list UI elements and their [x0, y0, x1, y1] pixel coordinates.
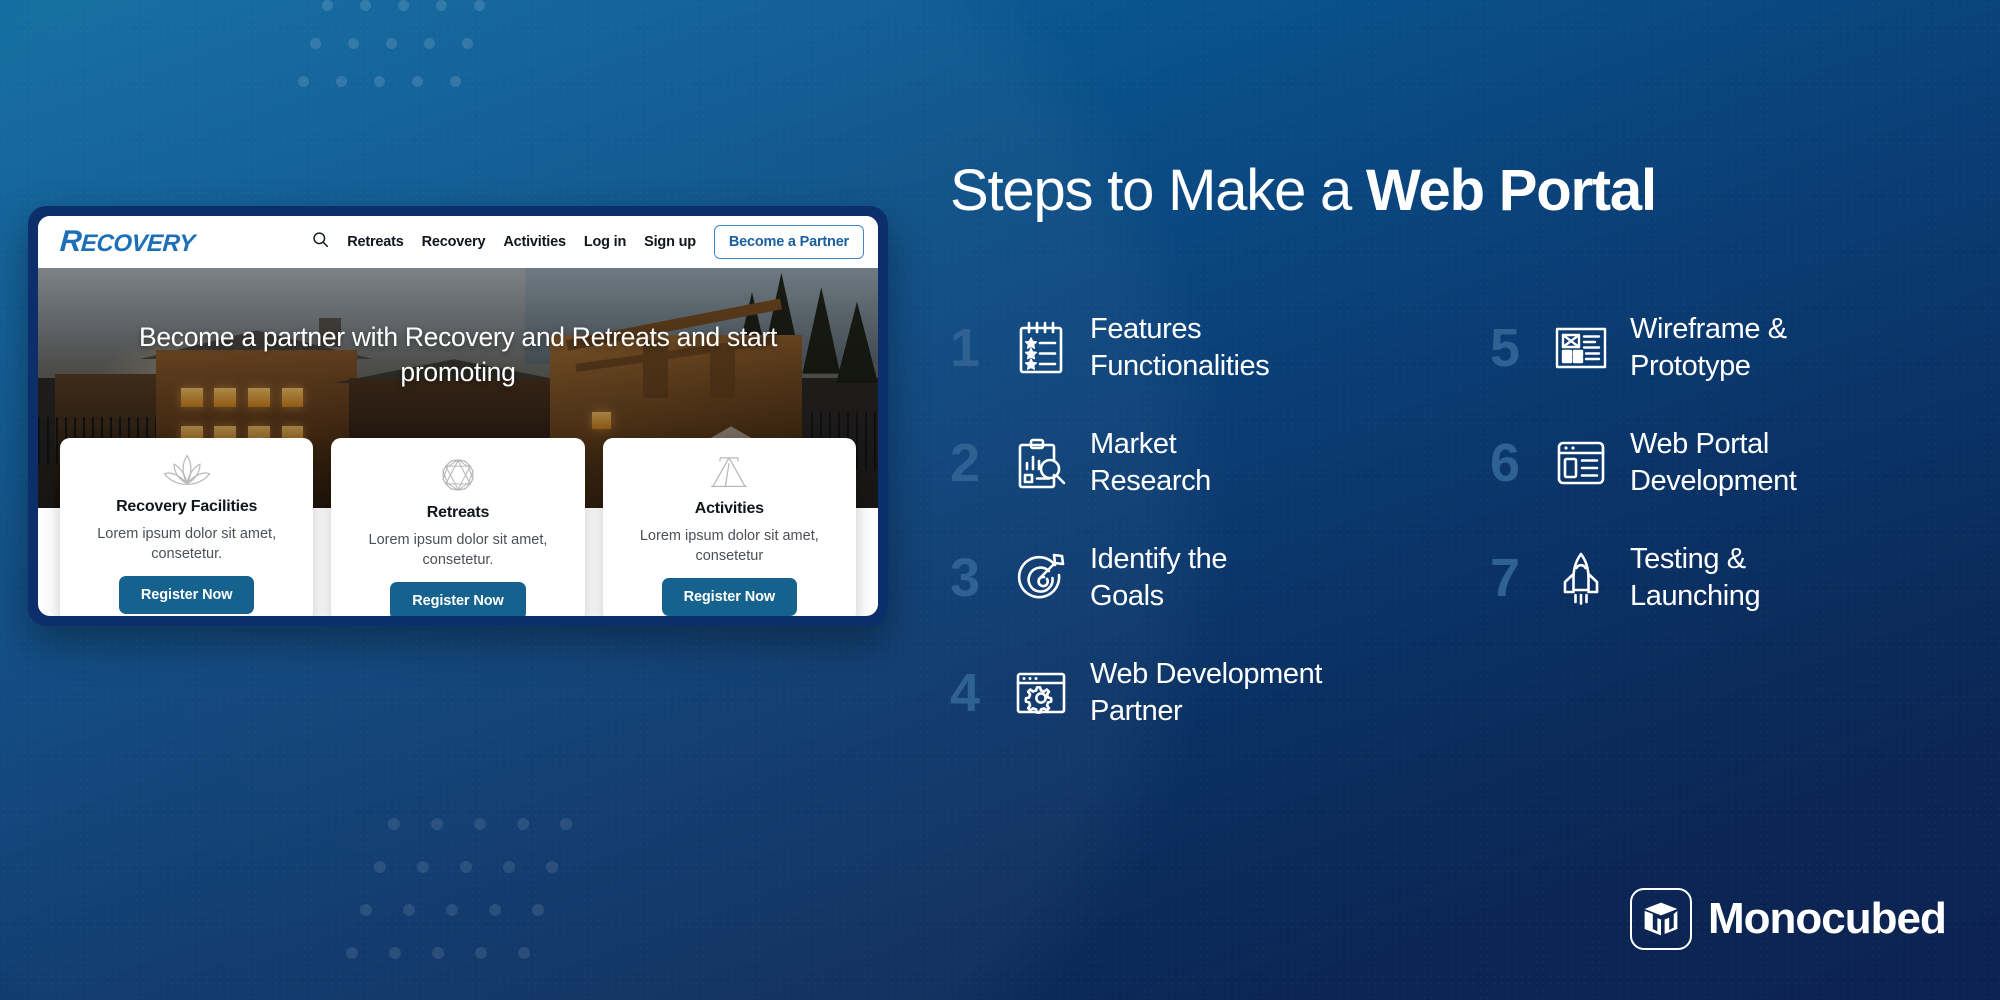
step-label: Identify the Goals: [1090, 541, 1227, 614]
target-dart-icon: [1010, 551, 1072, 605]
hero-heading: Become a partner with Recovery and Retre…: [38, 320, 878, 390]
step-label-line1: Features: [1090, 312, 1202, 345]
steps-panel: Steps to Make a Web Portal 1 Features Fu…: [940, 0, 2000, 1000]
dot-pattern-top: [298, 0, 512, 114]
dot-pattern-bottom: [346, 818, 603, 990]
step-item-1: 1 Features Functionalities: [950, 290, 1450, 405]
step-label-line2: Partner: [1090, 694, 1183, 727]
step-item-2: 2 Market Research: [950, 405, 1450, 520]
monocubed-wordmark: Monocubed: [1708, 894, 1947, 943]
step-number: 7: [1490, 547, 1520, 608]
market-research-icon: [1010, 435, 1072, 491]
step-number: 3: [950, 547, 980, 608]
browser-gear-icon: [1010, 668, 1072, 718]
register-now-button[interactable]: Register Now: [118, 576, 255, 615]
wireframe-icon: [1550, 324, 1612, 372]
step-label-line1: Wireframe &: [1630, 312, 1787, 345]
step-number: 6: [1490, 432, 1520, 493]
become-a-partner-button[interactable]: Become a Partner: [713, 225, 864, 259]
card-description: Lorem ipsum dolor sit amet, consetetur.: [97, 526, 277, 562]
mockup-card-row: Recovery Facilities Lorem ipsum dolor si…: [38, 438, 878, 616]
register-now-button[interactable]: Register Now: [661, 578, 798, 616]
page-title-bold: Web Portal: [1366, 158, 1657, 223]
nav-link-retreats[interactable]: Retreats: [347, 234, 404, 250]
step-label-line2: Research: [1090, 464, 1211, 497]
step-item-7: 7 Testing & Launching: [1490, 520, 1990, 635]
step-label-line2: Development: [1630, 464, 1797, 497]
step-number: 5: [1490, 317, 1520, 378]
card-title: Activities: [694, 500, 764, 517]
step-item-3: 3 Identify the Goals: [950, 520, 1450, 635]
page-title-light: Steps to Make a: [950, 158, 1367, 223]
step-number: 1: [950, 317, 980, 378]
lotus-icon: [161, 452, 213, 492]
steps-column-left: 1 Features Functionalities 2 Market Rese…: [950, 290, 1450, 750]
card-title: Retreats: [426, 504, 490, 521]
mandala-icon: [435, 452, 481, 498]
step-label-line2: Prototype: [1630, 349, 1751, 382]
step-label: Wireframe & Prototype: [1630, 311, 1787, 384]
step-item-6: 6 Web Portal Development: [1490, 405, 1990, 520]
mockup-navbar: RECOVERY Retreats Recovery Activities Lo…: [38, 216, 878, 268]
card-description: Lorem ipsum dolor sit amet, consetetur.: [368, 532, 548, 568]
monocubed-logo[interactable]: Monocubed: [1630, 888, 1947, 950]
step-label-line1: Web Development: [1090, 657, 1323, 690]
step-label: Testing & Launching: [1630, 541, 1761, 614]
step-number: 4: [950, 662, 980, 723]
card-recovery-facilities: Recovery Facilities Lorem ipsum dolor si…: [60, 438, 314, 616]
nav-link-login[interactable]: Log in: [584, 234, 626, 250]
step-label: Features Functionalities: [1090, 311, 1270, 384]
mockup-nav-links: Retreats Recovery Activities Log in Sign…: [312, 225, 864, 259]
step-label-line2: Goals: [1090, 579, 1164, 612]
steps-column-right: 5 Wireframe & Prototype 6 Web Portal Dev…: [1490, 290, 1990, 750]
nav-link-recovery[interactable]: Recovery: [422, 234, 486, 250]
card-title: Recovery Facilities: [116, 498, 258, 515]
step-label-line1: Identify the: [1090, 542, 1228, 575]
card-activities: Activities Lorem ipsum dolor sit amet, c…: [602, 438, 856, 616]
step-number: 2: [950, 432, 980, 493]
recovery-logo-rest: ECOVERY: [80, 230, 196, 257]
hero-heading-line1: Become a partner with Recovery and Retre…: [138, 322, 670, 352]
steps-grid: 1 Features Functionalities 2 Market Rese…: [950, 290, 1990, 750]
card-description: Lorem ipsum dolor sit amet, consetetur: [639, 528, 819, 564]
tent-icon: [704, 452, 754, 494]
step-item-4: 4 Web Development Partner: [950, 635, 1450, 750]
recovery-logo[interactable]: RECOVERY: [58, 225, 196, 258]
step-label-line2: Functionalities: [1090, 349, 1270, 382]
step-label-line1: Testing &: [1630, 542, 1746, 575]
step-label: Web Portal Development: [1630, 426, 1797, 499]
nav-link-activities[interactable]: Activities: [503, 234, 566, 250]
card-retreats: Retreats Lorem ipsum dolor sit amet, con…: [331, 438, 585, 616]
website-mockup-frame: RECOVERY Retreats Recovery Activities Lo…: [28, 206, 888, 626]
step-label-line1: Market: [1090, 427, 1177, 460]
poster-canvas: RECOVERY Retreats Recovery Activities Lo…: [0, 0, 2000, 1000]
step-label-line2: Launching: [1630, 579, 1761, 612]
monocubed-cube-icon: [1630, 888, 1692, 950]
web-portal-layout-icon: [1550, 438, 1612, 488]
recovery-logo-capital: R: [58, 225, 83, 258]
checklist-clipboard-icon: [1010, 320, 1072, 376]
search-icon[interactable]: [312, 231, 329, 253]
step-label: Web Development Partner: [1090, 656, 1322, 729]
register-now-button[interactable]: Register Now: [390, 582, 526, 616]
rocket-icon: [1550, 550, 1612, 606]
step-label: Market Research: [1090, 426, 1211, 499]
step-label-line1: Web Portal: [1630, 427, 1769, 460]
page-title: Steps to Make a Web Portal: [950, 162, 1657, 220]
step-item-5: 5 Wireframe & Prototype: [1490, 290, 1990, 405]
nav-link-signup[interactable]: Sign up: [644, 234, 696, 250]
website-mockup: RECOVERY Retreats Recovery Activities Lo…: [38, 216, 878, 616]
